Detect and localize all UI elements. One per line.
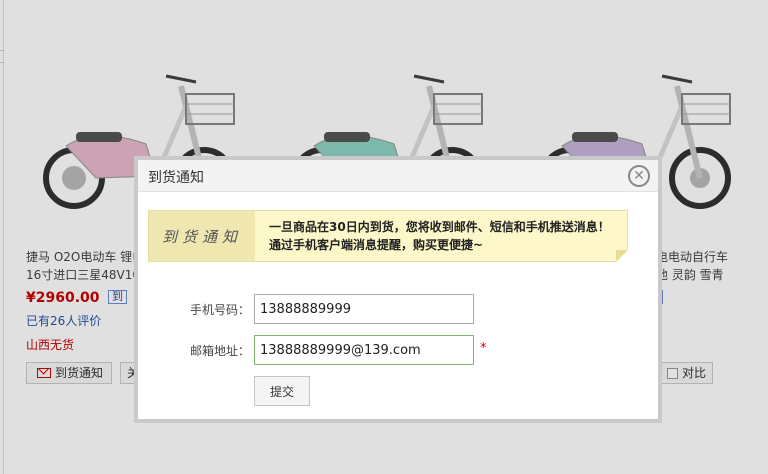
notice-banner: 到货通知 一旦商品在30日内到货，您将收到邮件、短信和手机推送消息！通过手机客户…: [148, 210, 628, 262]
close-icon[interactable]: ✕: [628, 165, 650, 187]
phone-row: 手机号码：: [138, 294, 658, 324]
banner-fold-corner: [616, 250, 628, 262]
phone-label: 手机号码：: [190, 303, 251, 317]
arrival-notice-dialog: 到货通知 ✕ 到货通知 一旦商品在30日内到货，您将收到邮件、短信和手机推送消息…: [134, 156, 662, 423]
dialog-title: 到货通知: [148, 170, 204, 186]
email-row: 邮箱地址： *: [138, 335, 658, 365]
phone-input[interactable]: [254, 294, 474, 324]
banner-text: 一旦商品在30日内到货，您将收到邮件、短信和手机推送消息！通过手机客户端消息提醒…: [269, 220, 610, 252]
dialog-header: 到货通知 ✕: [138, 160, 658, 192]
email-label: 邮箱地址：: [190, 344, 251, 358]
required-mark: *: [480, 341, 487, 356]
email-input[interactable]: [254, 335, 474, 365]
submit-button[interactable]: 提交: [254, 376, 310, 406]
banner-label: 到货通知: [149, 211, 255, 261]
